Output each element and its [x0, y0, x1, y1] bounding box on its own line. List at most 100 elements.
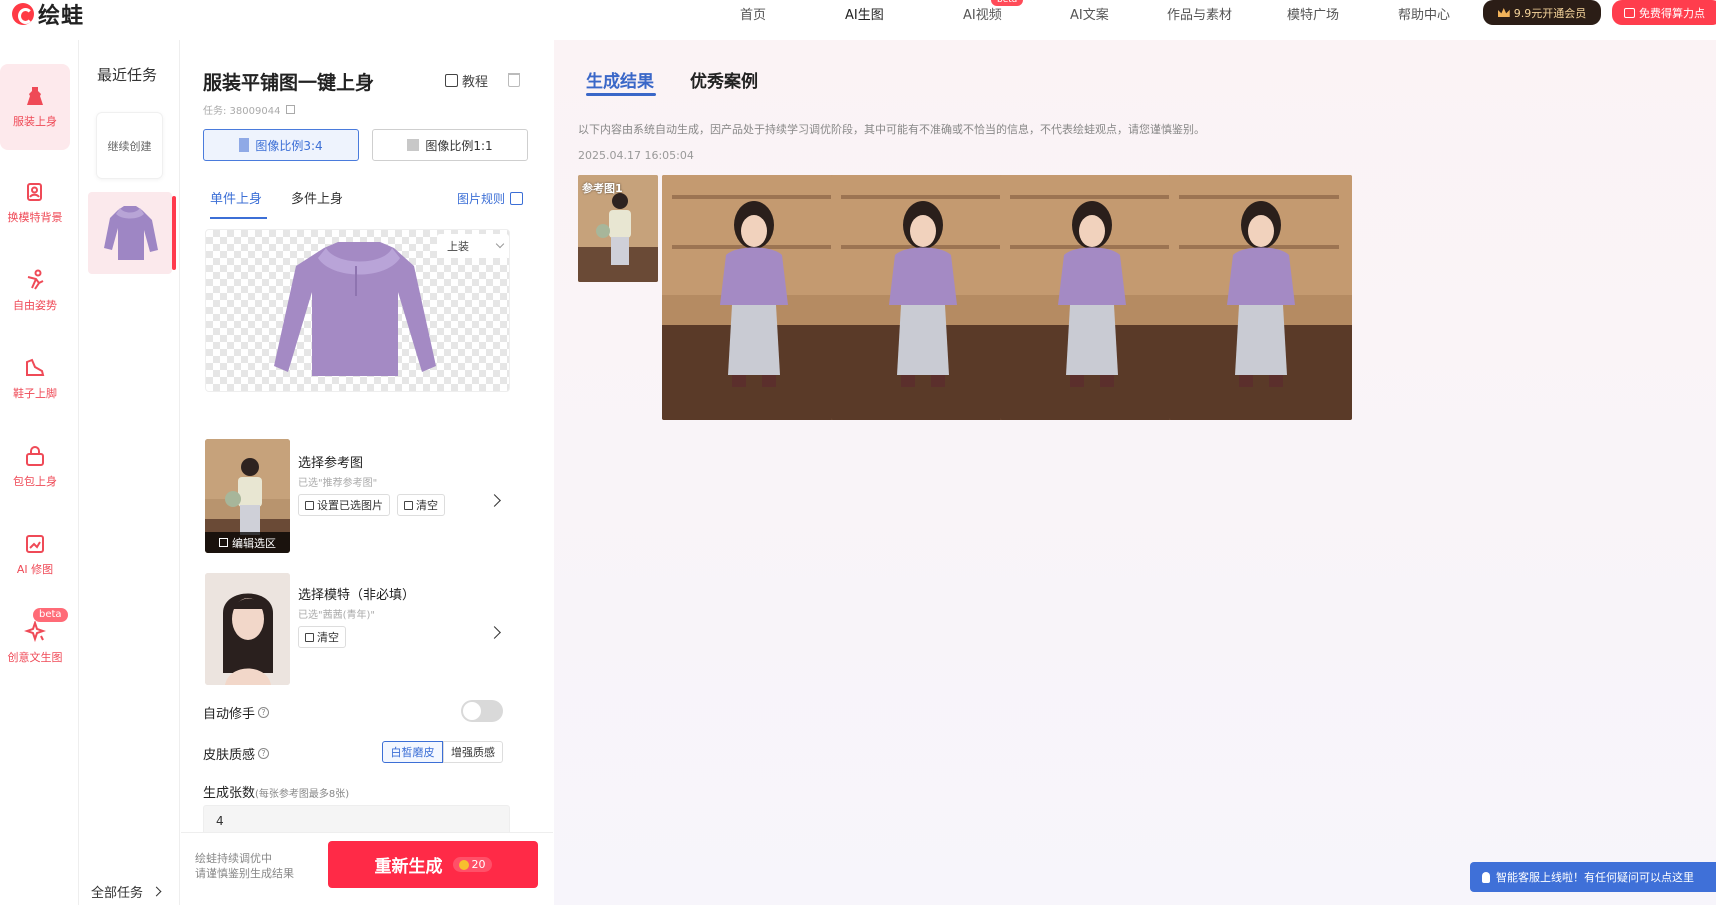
generated-photo — [662, 175, 845, 420]
gift-icon — [1624, 7, 1635, 18]
result-timestamp: 2025.04.17 16:05:04 — [578, 149, 694, 162]
tab-multi-piece[interactable]: 多件上身 — [291, 188, 343, 207]
reference-card[interactable]: 参考图1 — [578, 175, 658, 282]
recent-task-thumbnail[interactable] — [88, 192, 172, 274]
nav-item-ai-image[interactable]: AI生图 — [845, 4, 884, 23]
garment-type-select[interactable]: 上装 — [437, 234, 509, 258]
top-bar: 绘蛙 首页 AI生图 AI视频 beta AI文案 作品与素材 模特广场 帮助中… — [0, 0, 1716, 40]
task-id-text: 任务: 38009044 — [203, 106, 281, 117]
skin-option-texture[interactable]: 增强质感 — [443, 741, 503, 763]
page-title: 服装平铺图一键上身 — [203, 72, 375, 94]
nav-item-help[interactable]: 帮助中心 — [1398, 4, 1450, 23]
beta-badge: beta — [991, 0, 1024, 6]
tab-results[interactable]: 生成结果 — [586, 67, 654, 92]
rail-item-retouch[interactable]: AI 修图 — [0, 512, 70, 598]
model-thumb[interactable] — [205, 573, 290, 685]
rail-item-model-bg[interactable]: 换模特背景 — [0, 160, 70, 246]
ratio-portrait-icon — [239, 138, 250, 152]
help-icon[interactable]: ? — [258, 748, 270, 759]
tab-showcase[interactable]: 优秀案例 — [690, 67, 758, 92]
retouch-icon — [26, 535, 44, 553]
generated-image-1[interactable] — [662, 175, 845, 420]
shoe-icon — [26, 358, 45, 376]
logo[interactable]: 绘蛙 — [12, 2, 84, 29]
chat-label: 智能客服上线啦！有任何疑问可以点这里 — [1496, 871, 1694, 884]
set-selected-label: 设置已选图片 — [317, 499, 383, 512]
rail-label: 创意文生图 — [7, 651, 63, 664]
generated-image-4[interactable] — [1169, 175, 1352, 420]
generated-image-2[interactable] — [831, 175, 1014, 420]
tutorial-link[interactable]: 教程 — [445, 71, 488, 90]
skin-texture-label: 皮肤质感 — [203, 748, 256, 763]
footer-note: 绘蛙持续调优中 请谨慎鉴别生成结果 — [195, 851, 294, 881]
edit-selection-button[interactable]: 编辑选区 — [205, 532, 290, 553]
clear-label: 清空 — [416, 499, 438, 512]
auto-retouch-toggle[interactable] — [461, 700, 503, 722]
chevron-right-icon[interactable] — [488, 494, 501, 507]
ratio-label: 图像比例3:4 — [255, 138, 323, 153]
reference-image-thumb[interactable]: 编辑选区 — [205, 439, 290, 553]
regenerate-button[interactable]: 重新生成 20 — [328, 841, 538, 888]
chat-support-button[interactable]: 智能客服上线啦！有任何疑问可以点这里 — [1470, 862, 1716, 892]
nav-item-ai-copy[interactable]: AI文案 — [1070, 4, 1109, 23]
regenerate-label: 重新生成 — [374, 857, 443, 877]
skin-option-smooth[interactable]: 白皙磨皮 — [382, 741, 443, 763]
image-rules-link[interactable]: 图片规则 — [457, 190, 524, 207]
vip-button[interactable]: 9.9元开通会员 — [1483, 0, 1601, 25]
bag-icon — [26, 446, 44, 466]
rail-item-shoes[interactable]: 鞋子上脚 — [0, 336, 70, 422]
logo-icon — [12, 3, 34, 25]
rail-item-clothing[interactable]: 服装上身 — [0, 64, 70, 150]
ratio-1-1-button[interactable]: 图像比例1:1 — [372, 129, 528, 161]
model-photo — [205, 573, 290, 685]
free-points-button[interactable]: 免费得算力点 — [1612, 0, 1716, 25]
nav-item-ai-video[interactable]: AI视频 beta — [963, 0, 1024, 23]
reference-clear-button[interactable]: 清空 — [397, 494, 445, 516]
all-tasks-link[interactable]: 全部任务 — [91, 882, 162, 901]
nav-item-models[interactable]: 模特广场 — [1287, 4, 1339, 23]
recent-tasks-title: 最近任务 — [97, 66, 158, 84]
rail-item-bags[interactable]: 包包上身 — [0, 424, 70, 510]
ratio-square-icon — [407, 139, 420, 151]
auto-retouch-label: 自动修手 — [203, 707, 256, 722]
rail-label: 自由姿势 — [13, 299, 57, 312]
chevron-right-icon[interactable] — [488, 626, 501, 639]
tutorial-label: 教程 — [462, 75, 489, 90]
coin-icon — [458, 859, 469, 870]
chevron-right-icon — [151, 886, 162, 897]
count-label-text: 生成张数 — [203, 786, 256, 801]
trash-icon — [305, 632, 314, 642]
reference-title: 选择参考图 — [298, 456, 364, 471]
help-icon[interactable]: ? — [258, 707, 270, 718]
garment-upload-area[interactable]: 上装 — [205, 229, 510, 392]
garment-type-value: 上装 — [447, 240, 469, 253]
skin-texture-row: 皮肤质感 ? — [203, 744, 270, 763]
set-selected-image-button[interactable]: 设置已选图片 — [298, 494, 390, 516]
settings-panel: 服装平铺图一键上身 教程 任务: 38009044 图像比例3:4 图像比例1:… — [181, 40, 553, 905]
generated-image-3[interactable] — [1000, 175, 1183, 420]
results-area: 生成结果 优秀案例 以下内容由系统自动生成，因产品处于持续学习调优阶段，其中可能… — [554, 40, 1716, 905]
recent-tasks-panel: 最近任务 继续创建 全部任务 — [80, 40, 180, 905]
ratio-3-4-button[interactable]: 图像比例3:4 — [203, 129, 359, 161]
tab-single-piece[interactable]: 单件上身 — [210, 188, 262, 207]
continue-create-button[interactable]: 继续创建 — [96, 112, 163, 179]
generated-photo — [831, 175, 1014, 420]
nav-item-works[interactable]: 作品与素材 — [1167, 4, 1232, 23]
pose-icon — [27, 269, 44, 290]
beta-badge: beta — [33, 608, 68, 622]
copy-icon[interactable] — [286, 105, 296, 114]
rail-item-text-to-image[interactable]: beta 创意文生图 — [0, 600, 70, 686]
model-clear-button[interactable]: 清空 — [298, 626, 346, 648]
all-tasks-label: 全部任务 — [91, 886, 144, 901]
reference-card-label: 参考图1 — [582, 182, 623, 195]
tool-rail: 服装上身 换模特背景 自由姿势 鞋子上脚 包包上身 AI 修图 beta 创意文… — [0, 40, 79, 905]
footer-note-line2: 请谨慎鉴别生成结果 — [195, 867, 294, 880]
trash-icon — [404, 500, 413, 510]
garment-thumb-image — [104, 206, 158, 260]
rail-label: 包包上身 — [13, 475, 57, 488]
nav-item-home[interactable]: 首页 — [740, 4, 766, 23]
trash-icon[interactable] — [508, 73, 520, 87]
generated-photo — [1000, 175, 1183, 420]
clear-label: 清空 — [317, 631, 339, 644]
rail-item-pose[interactable]: 自由姿势 — [0, 248, 70, 334]
